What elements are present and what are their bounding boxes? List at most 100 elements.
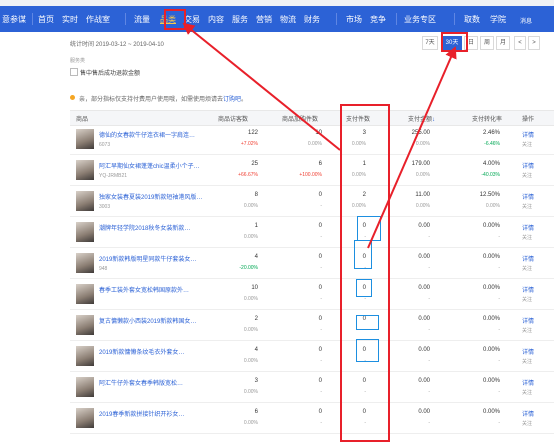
subscribe-link[interactable]: 订购吧: [223, 97, 241, 103]
details-link[interactable]: 详情: [522, 347, 534, 356]
notice-message: 亲，部分指标仅支持付费用户使用哦，如需使用烦请去: [79, 97, 224, 103]
column-header-paid-amount[interactable]: 支付金额↓: [408, 114, 435, 123]
paid-amount-value: 0.00: [418, 223, 430, 229]
conversion-value: 0.00%: [482, 223, 500, 229]
product-id: 948: [99, 266, 108, 272]
paid-amount-value: 0.00: [418, 347, 430, 353]
product-thumbnail[interactable]: [76, 408, 94, 428]
product-name-link[interactable]: 2019春季新款拼接针织开衫女…: [99, 409, 219, 418]
product-thumbnail[interactable]: [76, 160, 94, 180]
details-link[interactable]: 详情: [522, 409, 534, 418]
conversion-value: 2.46%: [482, 130, 500, 136]
prev-period-button[interactable]: <: [514, 36, 526, 50]
cart-value: 0: [318, 192, 322, 198]
refund-amount-checkbox[interactable]: [70, 68, 78, 76]
product-name-link[interactable]: 复古慵懒款小西装2019新款韩国女…: [99, 316, 219, 325]
product-name-link[interactable]: 德仙的女春款牛仔连衣裙一字肩连…: [99, 130, 219, 139]
table-row: 阿汇早期仙女裙蓬蓬chic温柔小个子… YQ-JRMB21 25 +66.67% 6 +1…: [70, 156, 554, 186]
conversion-value: 0.00%: [482, 316, 500, 322]
nav-item-fetch-data[interactable]: 取数: [464, 14, 480, 25]
visitors-value: 1: [254, 223, 258, 229]
table-row: 潮牌年轻学院2018秋冬女装新款… 1 0.00% 0-0-0.00-0.00% - 详情…: [70, 218, 554, 248]
cart-change: -: [320, 234, 322, 240]
details-link[interactable]: 详情: [522, 285, 534, 294]
paid-amount-value: 255.00: [411, 130, 430, 136]
nav-item-traffic[interactable]: 流量: [134, 14, 150, 25]
details-link[interactable]: 详情: [522, 161, 534, 170]
nav-item-market[interactable]: 市场: [346, 14, 362, 25]
nav-item-content[interactable]: 内容: [208, 14, 224, 25]
product-name-link[interactable]: 春季工装外套女宽松韩国原款外…: [99, 285, 219, 294]
details-link[interactable]: 详情: [522, 192, 534, 201]
follow-link[interactable]: 关注: [522, 420, 532, 427]
product-thumbnail[interactable]: [76, 284, 94, 304]
visitors-change: 0.00%: [243, 234, 258, 240]
paid-amount-label: 支付金额: [408, 117, 433, 123]
nav-item-business-zone[interactable]: 业务专区: [404, 14, 436, 25]
product-name-link[interactable]: 2019新款慵懒条纹毛衣外套女…: [99, 347, 219, 356]
next-period-button[interactable]: >: [528, 36, 540, 50]
product-name-link[interactable]: 2019新款韩版明星同款牛仔套装女…: [99, 254, 219, 263]
follow-link[interactable]: 关注: [522, 296, 532, 303]
product-name-link[interactable]: 潮牌年轻学院2018秋冬女装新款…: [99, 223, 219, 232]
visitors-value: 25: [251, 161, 258, 167]
nav-divider: [125, 13, 126, 25]
date-range-bar: 统计时间 2019-03-12 ~ 2019-04-10 7天 30天 日 周 …: [70, 36, 554, 50]
column-header-conversion[interactable]: 支付转化率: [472, 114, 502, 123]
details-link[interactable]: 详情: [522, 254, 534, 263]
product-thumbnail[interactable]: [76, 253, 94, 273]
details-link[interactable]: 详情: [522, 316, 534, 325]
visitors-change: 0.00%: [243, 296, 258, 302]
cart-value: 0: [318, 347, 322, 353]
visitors-value: 10: [251, 285, 258, 291]
nav-item-home[interactable]: 首页: [38, 14, 54, 25]
product-thumbnail[interactable]: [76, 315, 94, 335]
details-link[interactable]: 详情: [522, 378, 534, 387]
column-header-cart[interactable]: 商品加购件数: [282, 114, 318, 123]
table-row: 2019新款韩版明星同款牛仔套装女… 948 4 -20.00% 0-0-0.00-0.…: [70, 249, 554, 279]
period-week[interactable]: 周: [480, 36, 494, 50]
nav-item-war-room[interactable]: 作战室: [86, 14, 110, 25]
cart-change: -: [320, 420, 322, 426]
column-header-visitors[interactable]: 商品访客数: [218, 114, 248, 123]
column-header-product: 商品: [76, 117, 89, 123]
period-month[interactable]: 月: [496, 36, 510, 50]
cart-value: 10: [315, 130, 322, 136]
product-name-link[interactable]: 阿汇早期仙女裙蓬蓬chic温柔小个子…: [99, 161, 219, 170]
follow-link[interactable]: 关注: [522, 265, 532, 272]
nav-item-realtime[interactable]: 实时: [62, 14, 78, 25]
table-row: 阿汇牛仔外套女春季韩版宽松… 3 0.00% 0-0-0.00-0.00% - 详情 关注: [70, 373, 554, 403]
period-7-days[interactable]: 7天: [422, 36, 438, 50]
product-thumbnail[interactable]: [76, 377, 94, 397]
product-name-link[interactable]: 阿汇牛仔外套女春季韩版宽松…: [99, 378, 219, 387]
nav-item-marketing[interactable]: 营销: [256, 14, 272, 25]
follow-link[interactable]: 关注: [522, 172, 532, 179]
message-button[interactable]: 消息: [520, 16, 532, 25]
product-thumbnail[interactable]: [76, 346, 94, 366]
cart-change: 0.00%: [307, 141, 322, 147]
follow-link[interactable]: 关注: [522, 141, 532, 148]
follow-link[interactable]: 关注: [522, 389, 532, 396]
nav-item-competition[interactable]: 竞争: [370, 14, 386, 25]
nav-item-academy[interactable]: 学院: [490, 14, 506, 25]
nav-item-transaction[interactable]: 交易: [184, 14, 200, 25]
conversion-change: -: [498, 296, 500, 302]
paid-amount-value: 11.00: [415, 192, 430, 198]
details-link[interactable]: 详情: [522, 130, 534, 139]
sort-desc-icon[interactable]: ↓: [432, 117, 435, 123]
product-thumbnail[interactable]: [76, 129, 94, 149]
details-link[interactable]: 详情: [522, 223, 534, 232]
follow-link[interactable]: 关注: [522, 327, 532, 334]
nav-item-logistics[interactable]: 物流: [280, 14, 296, 25]
column-header-ops: 操作: [522, 117, 535, 123]
nav-item-service[interactable]: 服务: [232, 14, 248, 25]
nav-item-finance[interactable]: 财务: [304, 14, 320, 25]
product-name-link[interactable]: 独家女装春夏装2019新款短袖港风版…: [99, 192, 219, 201]
product-thumbnail[interactable]: [76, 222, 94, 242]
follow-link[interactable]: 关注: [522, 203, 532, 210]
product-thumbnail[interactable]: [76, 191, 94, 211]
follow-link[interactable]: 关注: [522, 358, 532, 365]
follow-link[interactable]: 关注: [522, 234, 532, 241]
nav-logo[interactable]: 意参谋: [2, 14, 26, 25]
annotation-blue-box: [356, 279, 372, 297]
